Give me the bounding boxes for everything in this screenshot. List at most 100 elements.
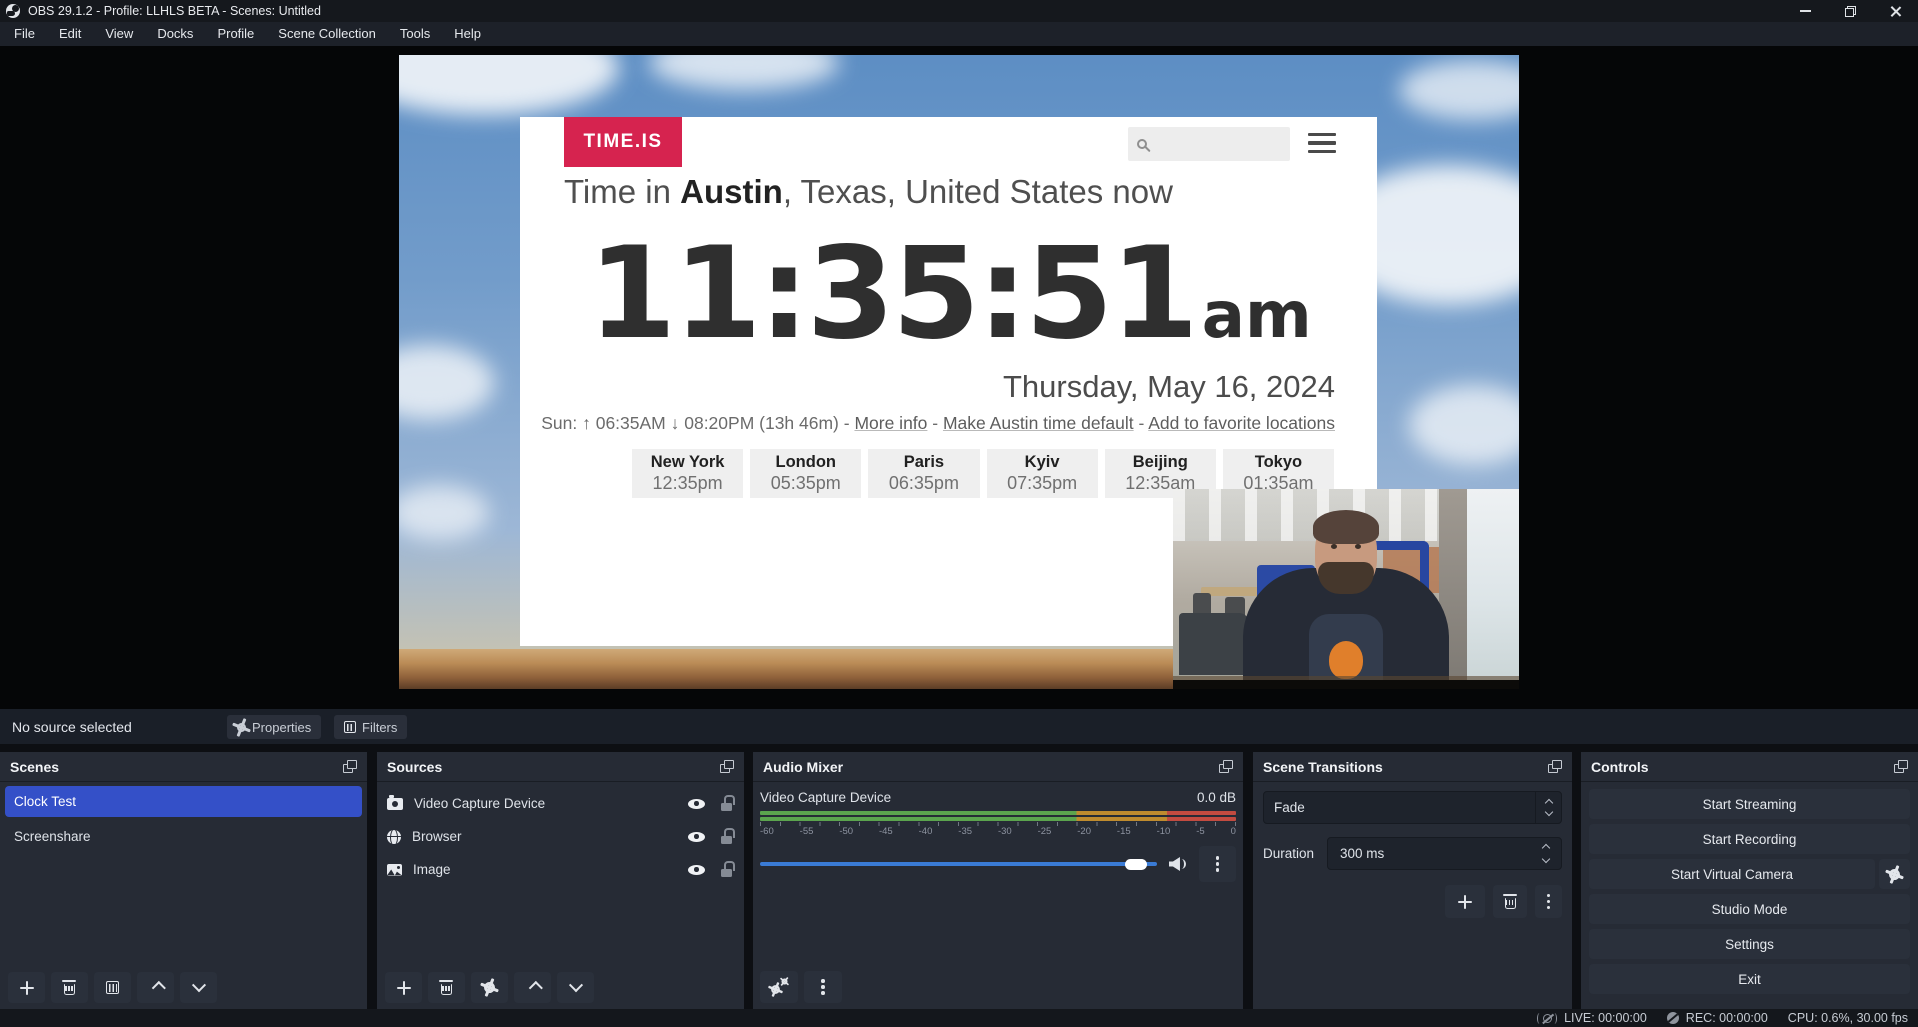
- menu-bar: File Edit View Docks Profile Scene Colle…: [0, 22, 1918, 46]
- popout-icon[interactable]: [1219, 760, 1233, 773]
- tick-label: -55: [800, 826, 814, 837]
- search-icon: [1137, 139, 1147, 149]
- scene-filters-button[interactable]: [94, 972, 131, 1003]
- move-scene-up-button[interactable]: [137, 972, 174, 1003]
- popout-icon[interactable]: [343, 760, 357, 773]
- rec-status: REC: 00:00:00: [1667, 1011, 1768, 1025]
- slashed-dot: [1543, 1014, 1552, 1023]
- advanced-audio-button[interactable]: [760, 971, 798, 1003]
- popout-icon[interactable]: [1548, 760, 1562, 773]
- duration-spinbox[interactable]: 300 ms: [1327, 837, 1562, 870]
- webcam-chair: [1179, 613, 1249, 675]
- properties-button[interactable]: Properties: [227, 715, 321, 739]
- studio-mode-button[interactable]: Studio Mode: [1589, 894, 1910, 924]
- unlock-icon[interactable]: [721, 869, 732, 877]
- webcam-shirt-logo: [1329, 641, 1363, 679]
- remove-scene-button[interactable]: [51, 972, 88, 1003]
- scene-item-clock-test[interactable]: Clock Test: [5, 786, 362, 817]
- mixer-menu-button[interactable]: [804, 971, 842, 1003]
- webcam-overlay[interactable]: [1173, 489, 1519, 689]
- window-title: OBS 29.1.2 - Profile: LLHLS BETA - Scene…: [28, 4, 321, 18]
- exit-button[interactable]: Exit: [1589, 964, 1910, 994]
- hamburger-bar: [1308, 133, 1336, 136]
- popout-icon[interactable]: [720, 760, 734, 773]
- add-transition-button[interactable]: [1445, 885, 1485, 918]
- close-icon: [1889, 5, 1902, 18]
- program-video-frame[interactable]: TIME.IS Time in Austin, Texas, United St…: [399, 55, 1519, 689]
- hamburger-bar: [1308, 150, 1336, 153]
- close-button[interactable]: [1873, 0, 1918, 22]
- unlock-icon[interactable]: [721, 803, 732, 811]
- virtual-camera-config-button[interactable]: [1879, 859, 1910, 889]
- city-name: New York: [651, 453, 725, 472]
- more-info-link: More info: [854, 413, 927, 433]
- remove-transition-button[interactable]: [1493, 885, 1527, 918]
- source-row-browser[interactable]: Browser: [377, 820, 744, 853]
- menu-edit[interactable]: Edit: [47, 22, 93, 46]
- menu-tools[interactable]: Tools: [388, 22, 442, 46]
- minimize-button[interactable]: [1783, 0, 1828, 22]
- speaker-icon[interactable]: [1169, 857, 1187, 871]
- menu-profile[interactable]: Profile: [205, 22, 266, 46]
- visibility-eye-icon[interactable]: [688, 865, 705, 875]
- source-properties-button[interactable]: [471, 972, 508, 1003]
- sun-info: Sun: ↑ 06:35AM ↓ 08:20PM (13h 46m): [541, 413, 839, 433]
- start-recording-button[interactable]: Start Recording: [1589, 824, 1910, 854]
- settings-button[interactable]: Settings: [1589, 929, 1910, 959]
- transitions-title: Scene Transitions: [1263, 759, 1383, 775]
- menu-help[interactable]: Help: [442, 22, 493, 46]
- scene-transitions-dock: Scene Transitions Fade Duration 300 ms: [1253, 752, 1572, 1009]
- menu-view[interactable]: View: [93, 22, 145, 46]
- transition-options-button[interactable]: [1535, 885, 1562, 918]
- mixer-level-db: 0.0 dB: [1197, 790, 1236, 805]
- dock-row: Scenes Clock Test Screenshare Sources Vi…: [0, 744, 1918, 1009]
- spin-arrows[interactable]: [1535, 845, 1561, 862]
- remove-source-button[interactable]: [428, 972, 465, 1003]
- volume-slider-handle[interactable]: [1125, 859, 1147, 870]
- city-name: Paris: [904, 453, 944, 472]
- tick-label: -25: [1038, 826, 1052, 837]
- move-source-down-button[interactable]: [557, 972, 594, 1003]
- audio-mixer-body: Video Capture Device 0.0 dB -60 -55 -50 …: [753, 782, 1243, 1009]
- camera-icon: [387, 798, 403, 810]
- plus-icon: [20, 981, 34, 995]
- trash-icon: [64, 984, 75, 995]
- title-bar: OBS 29.1.2 - Profile: LLHLS BETA - Scene…: [0, 0, 1918, 22]
- restore-button[interactable]: [1828, 0, 1873, 22]
- city-name: London: [776, 453, 836, 472]
- city-name: Tokyo: [1255, 453, 1302, 472]
- filters-button[interactable]: Filters: [334, 715, 407, 739]
- visibility-eye-icon[interactable]: [688, 832, 705, 842]
- start-streaming-button[interactable]: Start Streaming: [1589, 789, 1910, 819]
- start-virtual-camera-button[interactable]: Start Virtual Camera: [1589, 859, 1875, 889]
- menu-file[interactable]: File: [2, 22, 47, 46]
- add-source-button[interactable]: [385, 972, 422, 1003]
- menu-scene-collection[interactable]: Scene Collection: [266, 22, 388, 46]
- timeis-sun-line: Sun: ↑ 06:35AM ↓ 08:20PM (13h 46m) - Mor…: [541, 413, 1335, 434]
- unlock-icon[interactable]: [721, 836, 732, 844]
- source-row-video-capture[interactable]: Video Capture Device: [377, 787, 744, 820]
- mixer-options-button[interactable]: [1199, 846, 1236, 882]
- popout-icon[interactable]: [1894, 760, 1908, 773]
- add-favorite-link: Add to favorite locations: [1148, 413, 1335, 433]
- city-box: Paris06:35pm: [868, 449, 979, 498]
- transition-select[interactable]: Fade: [1263, 791, 1562, 824]
- filters-label: Filters: [362, 720, 397, 735]
- visibility-eye-icon[interactable]: [688, 799, 705, 809]
- move-source-up-button[interactable]: [514, 972, 551, 1003]
- gear-icon: [770, 984, 781, 995]
- city-time: 05:35pm: [771, 473, 841, 494]
- source-label: Browser: [412, 829, 688, 844]
- menu-docks[interactable]: Docks: [145, 22, 205, 46]
- make-default-link: Make Austin time default: [943, 413, 1134, 433]
- move-scene-down-button[interactable]: [180, 972, 217, 1003]
- webcam-window-light: [1467, 489, 1519, 689]
- filter-icon: [344, 721, 356, 733]
- scene-item-screenshare[interactable]: Screenshare: [5, 821, 362, 852]
- city-time: 07:35pm: [1007, 473, 1077, 494]
- source-row-image[interactable]: Image: [377, 853, 744, 886]
- add-scene-button[interactable]: [8, 972, 45, 1003]
- volume-slider[interactable]: [760, 862, 1157, 866]
- rec-time-text: REC: 00:00:00: [1686, 1011, 1768, 1025]
- select-arrows[interactable]: [1535, 792, 1561, 823]
